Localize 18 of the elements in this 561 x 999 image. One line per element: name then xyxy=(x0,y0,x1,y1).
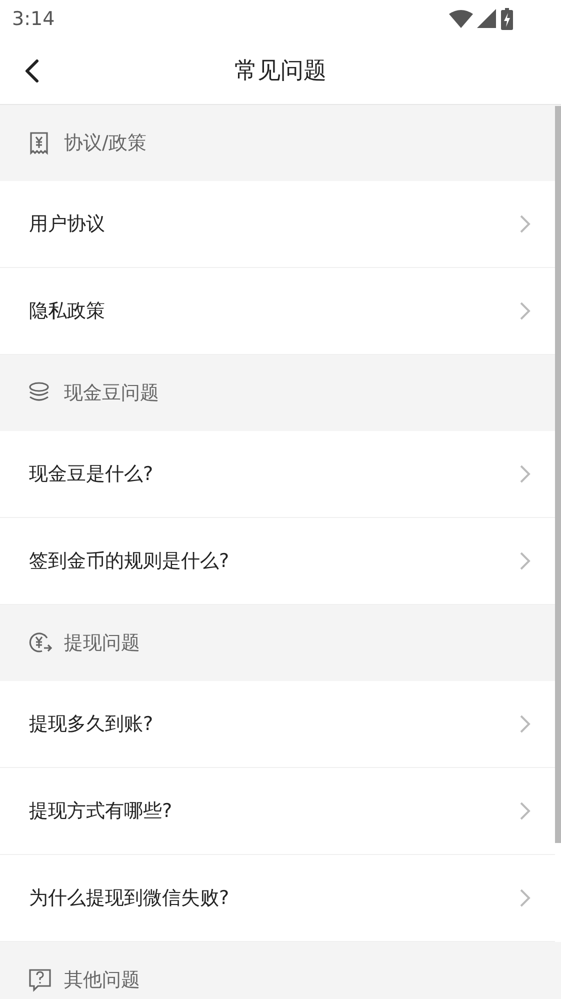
chevron-right-icon xyxy=(519,464,531,484)
section-title: 协议/政策 xyxy=(64,130,146,156)
chevron-right-icon xyxy=(519,801,531,821)
section-title: 其他问题 xyxy=(64,968,140,993)
chevron-right-icon xyxy=(519,551,531,571)
chevron-right-icon xyxy=(519,214,531,234)
page-title: 常见问题 xyxy=(234,56,326,86)
wifi-icon xyxy=(449,9,473,29)
chevron-right-icon xyxy=(519,888,531,908)
chevron-right-icon xyxy=(519,301,531,321)
yen-exchange-icon xyxy=(28,631,52,655)
signal-icon xyxy=(477,9,497,29)
clock-time: 3:14 xyxy=(12,6,55,32)
battery-icon xyxy=(501,8,513,30)
section-title: 现金豆问题 xyxy=(64,380,159,406)
chevron-right-icon xyxy=(519,714,531,734)
question-bubble-icon xyxy=(28,968,52,992)
section-title: 提现问题 xyxy=(64,630,140,656)
